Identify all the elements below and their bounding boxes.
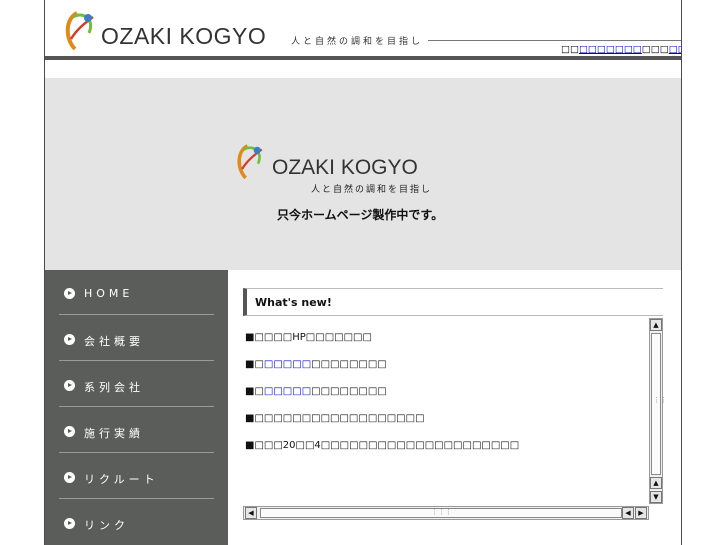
scroll-left-small-icon[interactable]: ◀ <box>622 507 634 519</box>
sidebar-item-label: リクルート <box>84 473 159 486</box>
top-nav-link-1[interactable]: □□□□□□□ <box>579 44 642 55</box>
sidebar-item-links[interactable]: リンク <box>59 500 214 545</box>
play-bullet-icon <box>64 334 75 345</box>
vertical-scrollbar[interactable]: ▲ ⋮⋮ ▲ ▼ <box>649 318 667 504</box>
top-nav: □□□□□□□□□□□□□□□□□□□□ <box>561 44 681 55</box>
news-item: ■□□□□□□□□□□□□□□□□□□ <box>245 413 425 424</box>
grip-icon: ⋮⋮ <box>653 396 667 404</box>
scroll-up-icon[interactable]: ▲ <box>650 319 662 331</box>
sidebar-item-home[interactable]: HOME <box>59 270 214 315</box>
news-panel: What's new! ■□□□□HP□□□□□□□ ■□□□□□□□□□□□□… <box>243 288 667 520</box>
scroll-right-icon[interactable]: ▶ <box>635 507 647 519</box>
news-header: What's new! <box>243 288 663 316</box>
play-bullet-icon <box>64 288 75 299</box>
play-bullet-icon <box>64 380 75 391</box>
hero-banner: OZAKI KOGYO 人と自然の調和を目指し 只今ホームページ製作中です。 <box>45 78 681 270</box>
news-item-link[interactable]: □□□□□ <box>264 359 311 370</box>
scroll-left-icon[interactable]: ◀ <box>245 507 257 519</box>
news-item: ■□□□20□□4□□□□□□□□□□□□□□□□□□□□□ <box>245 440 519 451</box>
news-item-text: □□□□□□□□ <box>311 359 387 370</box>
sidebar-item-label: 系列会社 <box>84 381 144 394</box>
hero-logo-text: OZAKI KOGYO <box>272 156 418 179</box>
tagline-divider <box>428 40 681 41</box>
top-nav-link-2[interactable]: □□□□□□□ <box>669 44 681 55</box>
site-header: OZAKI KOGYO 人と自然の調和を目指し □□□□□□□□□□□□□□□□… <box>45 0 681 58</box>
scroll-down-icon[interactable]: ▼ <box>650 491 662 503</box>
sidebar-item-label: リンク <box>84 519 129 532</box>
under-construction-message: 只今ホームページ製作中です。 <box>277 208 444 222</box>
sidebar-item-label: 会社概要 <box>84 335 144 348</box>
top-nav-prefix: □□ <box>561 44 579 55</box>
hero-tagline: 人と自然の調和を目指し <box>311 185 433 195</box>
sidebar-item-affiliates[interactable]: 系列会社 <box>59 362 214 407</box>
horizontal-scrollbar[interactable]: ◀ ⋮⋮⋮ ◀ ▶ <box>243 506 649 520</box>
news-item-text: □□□□□□□□ <box>311 386 387 397</box>
horizontal-scroll-thumb[interactable]: ⋮⋮⋮ <box>260 508 622 518</box>
news-item: ■□□□□□□□□□□□□□□ <box>245 386 387 397</box>
news-item-link[interactable]: □□□□□ <box>264 386 311 397</box>
play-bullet-icon <box>64 426 75 437</box>
grip-icon: ⋮⋮⋮ <box>431 508 452 516</box>
scroll-down-small-icon[interactable]: ▲ <box>650 477 662 489</box>
sidebar-item-recruit[interactable]: リクルート <box>59 454 214 499</box>
sidebar-item-label: HOME <box>84 287 134 300</box>
top-nav-separator: □□□ <box>641 44 669 55</box>
sidebar-item-company-profile[interactable]: 会社概要 <box>59 316 214 361</box>
news-item-text: ■□ <box>245 386 264 397</box>
hero-logo-icon <box>237 144 263 180</box>
news-title: What's new! <box>255 296 332 309</box>
news-item: ■□□□□□□□□□□□□□□ <box>245 359 387 370</box>
sidebar-nav: HOME 会社概要 系列会社 施行実績 リクルート リンク <box>45 270 228 545</box>
sidebar-item-works[interactable]: 施行実績 <box>59 408 214 453</box>
play-bullet-icon <box>64 472 75 483</box>
company-logo-icon[interactable] <box>63 9 99 51</box>
news-item-text: ■□□□□HP□□□□□□□ <box>245 332 372 343</box>
vertical-scroll-thumb[interactable]: ⋮⋮ <box>651 333 667 475</box>
news-item: ■□□□□HP□□□□□□□ <box>245 332 372 343</box>
news-item-text: ■□□□□□□□□□□□□□□□□□□ <box>245 413 425 424</box>
header-bar <box>45 56 681 60</box>
news-item-text: ■□ <box>245 359 264 370</box>
sidebar-item-label: 施行実績 <box>84 427 144 440</box>
news-item-text: ■□□□20□□4□□□□□□□□□□□□□□□□□□□□□ <box>245 440 520 451</box>
page-frame: OZAKI KOGYO 人と自然の調和を目指し □□□□□□□□□□□□□□□□… <box>44 0 682 545</box>
logo-text[interactable]: OZAKI KOGYO <box>101 23 266 50</box>
play-bullet-icon <box>64 518 75 529</box>
header-tagline: 人と自然の調和を目指し <box>291 37 424 47</box>
